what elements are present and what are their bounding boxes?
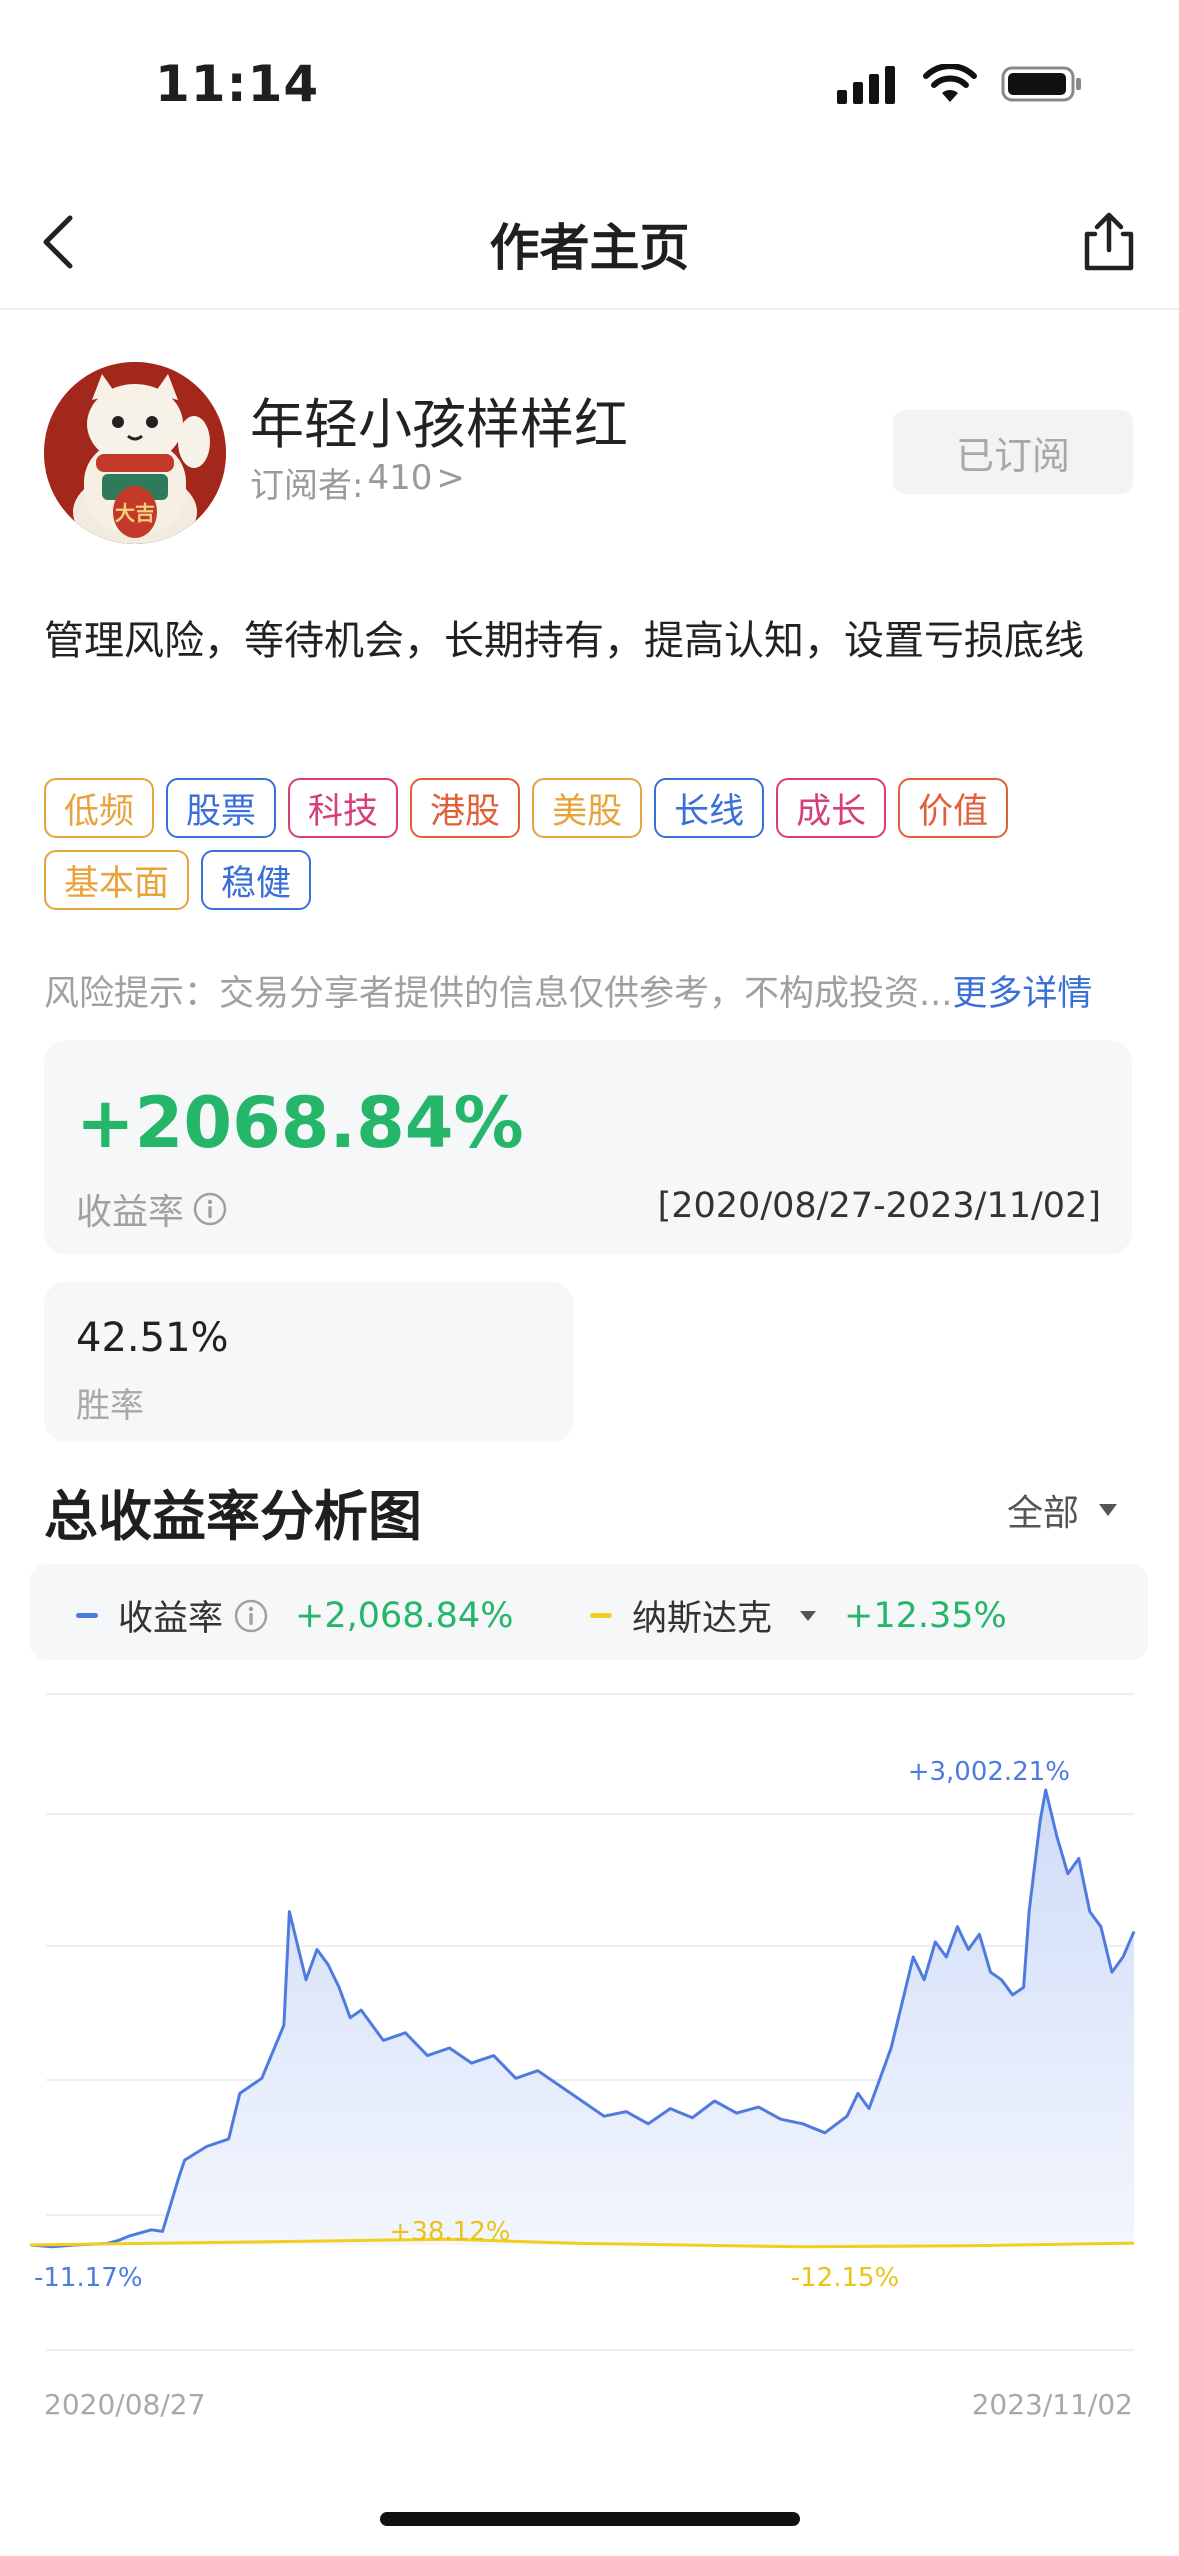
subscribed-button[interactable]: 已订阅 xyxy=(893,410,1133,494)
caret-down-icon xyxy=(1099,1504,1117,1516)
legend-primary: 收益率 +2,068.84% xyxy=(76,1590,513,1641)
return-date-range: [2020/08/27-2023/11/02] xyxy=(657,1186,1101,1226)
range-selector[interactable]: 全部 xyxy=(1007,1484,1119,1536)
home-indicator xyxy=(380,2512,800,2526)
primary-series-area xyxy=(30,1790,1134,2247)
author-name: 年轻小孩样样红 xyxy=(250,393,628,456)
legend-benchmark-value: +12.35% xyxy=(844,1595,1007,1636)
subscriber-label: 订阅者: xyxy=(250,466,364,506)
return-chart[interactable]: +3,002.21% +38.12% -11.17% -12.15% xyxy=(30,1680,1154,2360)
nav-divider xyxy=(0,308,1179,310)
tag: 美股 xyxy=(532,778,643,838)
range-label: 全部 xyxy=(1006,1493,1079,1534)
total-return-value: +2068.84% xyxy=(76,1082,524,1164)
tag: 基本面 xyxy=(44,850,190,910)
primary-swatch xyxy=(76,1613,98,1618)
legend-primary-value: +2,068.84% xyxy=(295,1595,514,1636)
lucky-cat-avatar-image: 大吉 xyxy=(44,362,226,544)
cellular-signal-icon xyxy=(837,66,895,104)
analysis-title: 总收益率分析图 xyxy=(44,1485,422,1548)
chart-end-date: 2023/11/02 xyxy=(971,2388,1133,2421)
page-title: 作者主页 xyxy=(489,219,690,277)
tag-list: 低频 股票 科技 港股 美股 长线 成长 价值基本面 稳健 xyxy=(44,778,1144,910)
benchmark-max-annotation: +38.12% xyxy=(390,2217,511,2247)
legend-primary-label: 收益率 xyxy=(118,1599,224,1639)
win-rate-value: 42.51% xyxy=(76,1315,229,1361)
tag: 价值 xyxy=(898,778,1009,838)
min-annotation: -11.17% xyxy=(34,2263,143,2293)
tag: 长线 xyxy=(654,778,765,838)
legend-benchmark[interactable]: 纳斯达克 +12.35% xyxy=(590,1590,1007,1641)
risk-text: 风险提示：交易分享者提供的信息仅供参考，不构成投资... xyxy=(44,974,953,1014)
status-time: 11:14 xyxy=(155,55,320,113)
info-icon[interactable] xyxy=(192,1191,228,1227)
tag: 股票 xyxy=(166,778,277,838)
subscriber-arrow: > xyxy=(436,458,465,498)
info-icon[interactable] xyxy=(233,1598,269,1634)
win-rate-label: 胜率 xyxy=(76,1386,144,1426)
avatar-text: 大吉 xyxy=(115,501,155,525)
share-icon[interactable] xyxy=(1079,210,1139,274)
return-label-row: 收益率 xyxy=(76,1183,228,1235)
author-bio: 管理风险，等待机会，长期持有，提高认知，设置亏损底线 xyxy=(44,618,1084,664)
risk-notice[interactable]: 风险提示：交易分享者提供的信息仅供参考，不构成投资...更多详情 xyxy=(44,965,1154,1016)
tag: 港股 xyxy=(410,778,521,838)
avatar[interactable]: 大吉 xyxy=(44,362,226,544)
chart-start-date: 2020/08/27 xyxy=(44,2388,206,2421)
benchmark-min-annotation: -12.15% xyxy=(791,2263,900,2293)
wifi-icon xyxy=(923,64,977,102)
tag: 成长 xyxy=(776,778,887,838)
caret-down-icon xyxy=(800,1610,817,1621)
tag: 科技 xyxy=(288,778,399,838)
subscriber-number: 410 xyxy=(367,458,433,498)
benchmark-swatch xyxy=(590,1613,612,1618)
legend-benchmark-label: 纳斯达克 xyxy=(632,1599,773,1639)
more-details-link[interactable]: 更多详情 xyxy=(952,974,1092,1014)
return-label: 收益率 xyxy=(76,1192,185,1233)
status-icons xyxy=(837,64,1083,104)
max-annotation: +3,002.21% xyxy=(908,1757,1070,1787)
subscriber-count[interactable]: 订阅者: 410 > xyxy=(250,458,465,507)
tag: 稳健 xyxy=(201,850,312,910)
battery-icon xyxy=(1001,66,1081,102)
tag: 低频 xyxy=(44,778,155,838)
